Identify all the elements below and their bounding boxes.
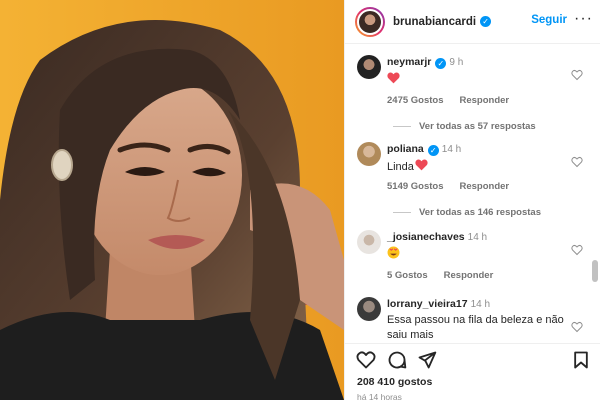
post-photo-illustration — [0, 0, 344, 400]
view-replies-link[interactable]: Ver todas as 57 respostas — [393, 121, 536, 132]
save-icon[interactable] — [571, 350, 591, 370]
view-replies-link[interactable]: Ver todas as 146 respostas — [393, 207, 541, 218]
likes-count[interactable]: 208 410 gostos — [357, 376, 432, 388]
comment-username[interactable]: poliana — [387, 143, 424, 155]
comment-time: 9 h — [449, 57, 464, 68]
like-icon[interactable] — [356, 350, 376, 370]
like-comment-icon[interactable] — [571, 321, 583, 333]
comment-text-content: Linda — [387, 161, 414, 173]
commenter-avatar[interactable] — [357, 55, 381, 79]
comment-text — [387, 246, 565, 264]
comment-time: 14 h — [467, 232, 488, 243]
comment-username[interactable]: neymarjr — [387, 56, 431, 68]
comment-time: 14 h — [441, 144, 462, 155]
commenter-avatar[interactable] — [357, 297, 381, 321]
like-comment-icon[interactable] — [571, 156, 583, 168]
author-avatar[interactable] — [355, 6, 385, 37]
reply-button[interactable]: Responder — [444, 270, 494, 281]
comment-text: Essa passou na fila da beleza e não saiu… — [387, 314, 564, 341]
like-comment-icon[interactable] — [571, 244, 583, 256]
verified-badge-icon: ✓ — [435, 58, 447, 69]
comment-icon[interactable] — [387, 350, 407, 370]
post-actions: 208 410 gostos há 14 horas — [345, 343, 600, 400]
heart-emoji-icon — [415, 159, 428, 171]
author-username[interactable]: brunabiancardi — [393, 16, 476, 28]
heart-emoji-icon — [387, 72, 400, 84]
comment-text: Linda — [387, 159, 565, 175]
comment-likes[interactable]: 2475 Gostos — [387, 95, 444, 106]
reply-button[interactable]: Responder — [460, 95, 510, 106]
comment-username[interactable]: lorrany_vieira17 — [387, 298, 468, 310]
post-time: há 14 horas — [357, 392, 402, 400]
comments-scrollbar[interactable] — [592, 46, 598, 342]
share-icon[interactable] — [417, 350, 437, 370]
verified-badge-icon: ✓ — [480, 16, 492, 27]
comment-likes[interactable]: 5149 Gostos — [387, 181, 444, 192]
post-header: brunabiancardi ✓ Seguir ··· — [345, 0, 600, 44]
comment-username[interactable]: _josianechaves — [387, 231, 465, 243]
comment-time: 14 h — [470, 299, 491, 310]
commenter-avatar[interactable] — [357, 142, 381, 166]
follow-button[interactable]: Seguir — [531, 14, 567, 26]
scrollbar-thumb[interactable] — [592, 260, 598, 282]
post-sidebar: brunabiancardi ✓ Seguir ··· neymarjr ✓ 9 h… — [344, 0, 600, 400]
more-options-icon[interactable]: ··· — [574, 10, 593, 28]
comments-list[interactable]: neymarjr ✓ 9 h 2475 Gostos Responder Ver to… — [345, 45, 600, 343]
comment-likes[interactable]: 5 Gostos — [387, 270, 428, 281]
heart-eyes-emoji-icon — [387, 246, 400, 259]
reply-button[interactable]: Responder — [460, 181, 510, 192]
verified-badge-icon: ✓ — [427, 145, 439, 156]
comment-text — [387, 72, 565, 89]
post-image[interactable] — [0, 0, 344, 400]
commenter-avatar[interactable] — [357, 230, 381, 254]
like-comment-icon[interactable] — [571, 69, 583, 81]
